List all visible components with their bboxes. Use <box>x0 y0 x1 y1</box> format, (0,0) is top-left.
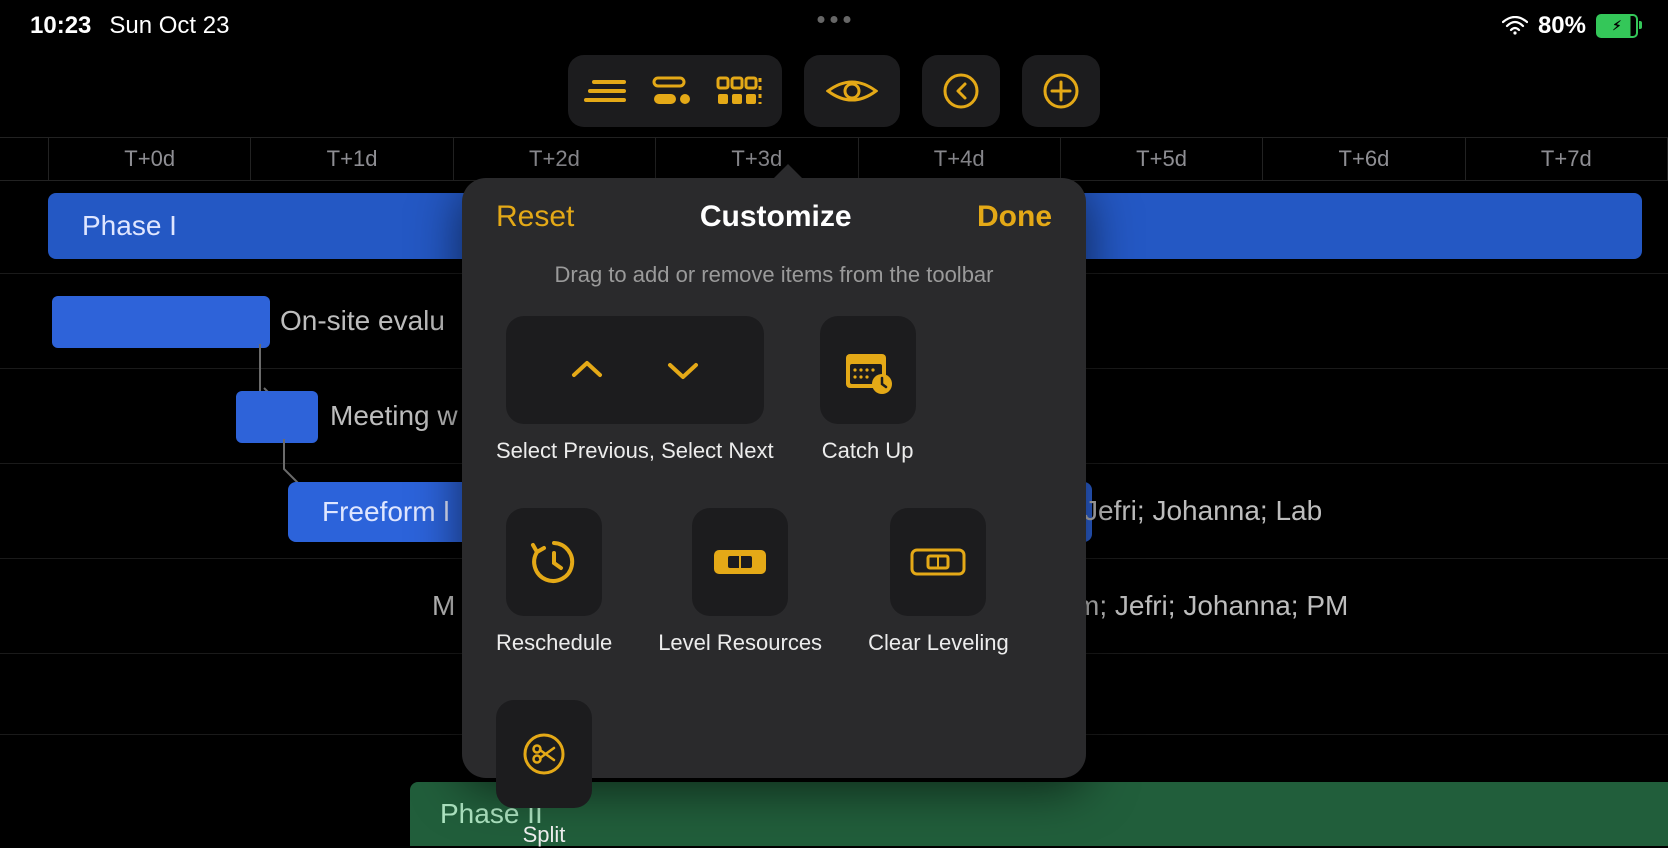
th-6: T+6d <box>1263 138 1465 180</box>
timeline-header: T+0d T+1d T+2d T+3d T+4d T+5d T+6d T+7d <box>0 137 1668 181</box>
task-label-onsite: On-site evalu <box>280 305 445 337</box>
th-1: T+1d <box>251 138 453 180</box>
popover-title: Customize <box>700 200 852 234</box>
grid-blocks-icon[interactable] <box>716 76 766 106</box>
undo-button[interactable] <box>922 55 1000 127</box>
tool-split[interactable]: Split <box>496 700 592 848</box>
battery-percent: 80% <box>1538 12 1586 40</box>
level-outline-icon <box>910 548 966 576</box>
chevron-up-icon <box>570 359 604 381</box>
task-bar-onsite[interactable] <box>52 296 270 348</box>
toolbar-view-group <box>568 55 782 127</box>
tool-level-resources[interactable]: Level Resources <box>658 508 822 656</box>
customize-popover: Reset Customize Done Drag to add or remo… <box>462 178 1086 778</box>
task-bar-meeting[interactable] <box>236 391 318 443</box>
grouped-bars-icon[interactable] <box>650 76 694 106</box>
calendar-clock-icon <box>842 346 894 394</box>
inspect-button[interactable] <box>804 55 900 127</box>
indent-view-icon[interactable] <box>584 76 628 106</box>
reset-button[interactable]: Reset <box>496 200 574 234</box>
chevron-down-icon <box>666 359 700 381</box>
main-toolbar <box>568 55 1100 127</box>
battery-icon: ⚡︎ <box>1596 14 1638 38</box>
task-resources-1: Jefri; Johanna; Lab <box>1084 495 1322 527</box>
plus-circle-icon <box>1041 71 1081 111</box>
history-clock-icon <box>529 537 579 587</box>
tool-clear-leveling[interactable]: Clear Leveling <box>868 508 1009 656</box>
add-button[interactable] <box>1022 55 1100 127</box>
th-0: T+0d <box>49 138 251 180</box>
tool-reschedule[interactable]: Reschedule <box>496 508 612 656</box>
status-time: 10:23 <box>30 12 91 40</box>
task-label-mo: M <box>432 590 455 622</box>
wifi-icon <box>1502 16 1528 36</box>
tool-select-prev-next[interactable]: Select Previous, Select Next <box>496 316 774 464</box>
th-5: T+5d <box>1061 138 1263 180</box>
th-3: T+3d <box>656 138 858 180</box>
multitask-dots[interactable] <box>818 16 851 23</box>
status-date: Sun Oct 23 <box>109 12 229 40</box>
popover-subtitle: Drag to add or remove items from the too… <box>496 262 1052 288</box>
th-2: T+2d <box>454 138 656 180</box>
tool-catch-up[interactable]: Catch Up <box>820 316 916 464</box>
task-resources-2: m; Jefri; Johanna; PM <box>1076 590 1348 622</box>
status-bar: 10:23 Sun Oct 23 80% ⚡︎ <box>0 0 1668 52</box>
undo-icon <box>941 71 981 111</box>
task-label-meeting: Meeting w <box>330 400 458 432</box>
level-filled-icon <box>712 548 768 576</box>
eye-icon <box>826 75 878 107</box>
th-4: T+4d <box>859 138 1061 180</box>
scissors-circle-icon <box>521 731 567 777</box>
th-7: T+7d <box>1466 138 1668 180</box>
done-button[interactable]: Done <box>977 200 1052 234</box>
